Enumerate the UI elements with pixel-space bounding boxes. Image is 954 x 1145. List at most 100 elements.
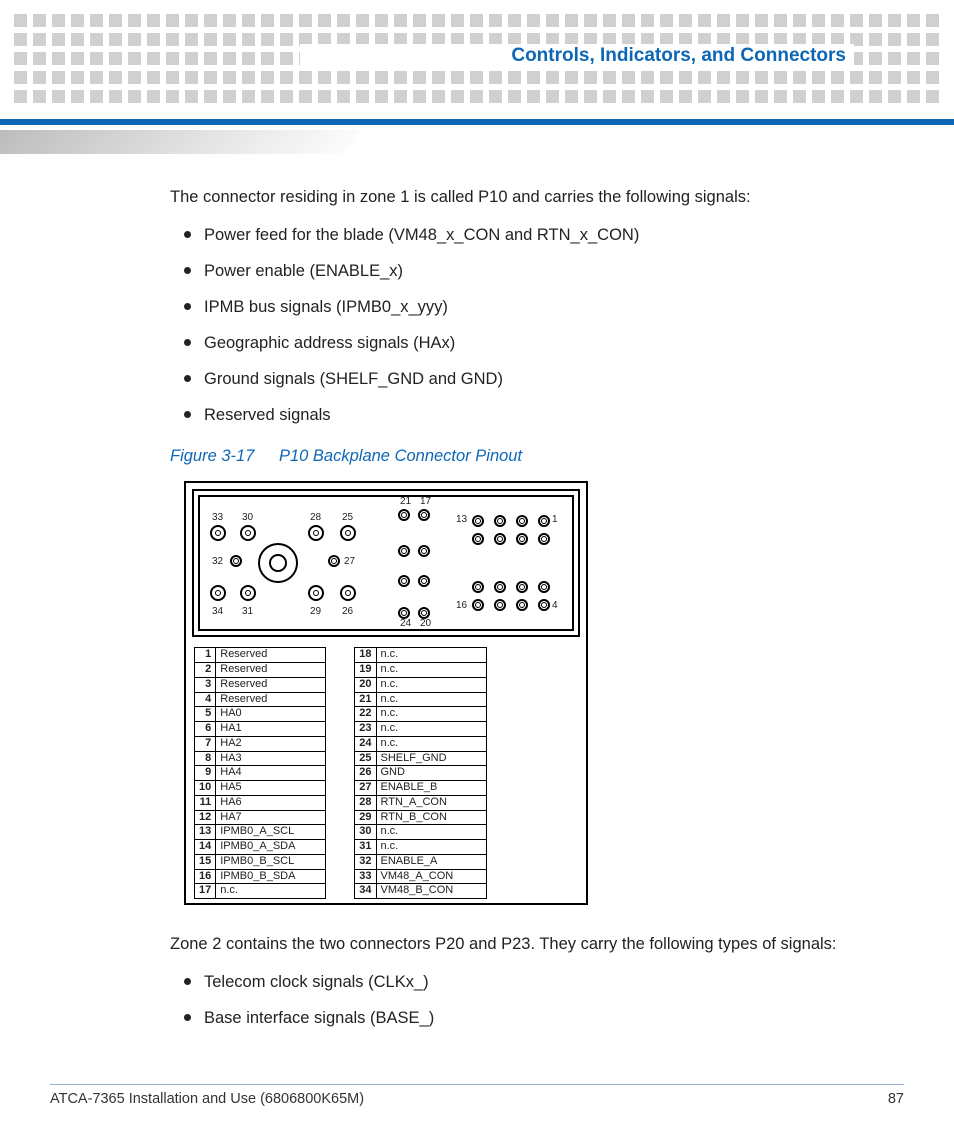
pin-number: 15 — [195, 854, 216, 869]
pin-signal: HA5 — [216, 781, 326, 796]
pin-label: 34 — [212, 605, 223, 620]
table-row: 17n.c. — [195, 884, 326, 899]
table-row: 32ENABLE_A — [355, 854, 486, 869]
pin-number: 9 — [195, 766, 216, 781]
pin-signal: n.c. — [216, 884, 326, 899]
pin-icon — [538, 581, 550, 593]
pin-number: 29 — [355, 810, 376, 825]
table-row: 11HA6 — [195, 795, 326, 810]
pin-signal: ENABLE_A — [376, 854, 486, 869]
pin-label: 1 — [552, 513, 558, 528]
table-row: 6HA1 — [195, 722, 326, 737]
connector-hub-icon — [258, 543, 298, 583]
pin-number: 6 — [195, 722, 216, 737]
pin-label: 25 — [342, 511, 353, 526]
pin-icon — [472, 581, 484, 593]
pin-signal: Reserved — [216, 692, 326, 707]
pin-signal: n.c. — [376, 825, 486, 840]
pin-icon — [308, 525, 324, 541]
pin-number: 32 — [355, 854, 376, 869]
pin-number: 1 — [195, 648, 216, 663]
list-item: IPMB bus signals (IPMB0_x_yyy) — [170, 296, 844, 320]
pin-number: 14 — [195, 840, 216, 855]
pin-number: 24 — [355, 736, 376, 751]
pin-signal: Reserved — [216, 648, 326, 663]
pin-icon — [398, 545, 410, 557]
figure-caption: Figure 3-17 P10 Backplane Connector Pino… — [170, 445, 844, 469]
pin-label: 17 — [420, 495, 431, 510]
pin-label: 21 — [400, 495, 411, 510]
table-row: 24n.c. — [355, 736, 486, 751]
pin-icon — [418, 545, 430, 557]
figure-title: P10 Backplane Connector Pinout — [279, 447, 522, 465]
pin-number: 34 — [355, 884, 376, 899]
table-row: 20n.c. — [355, 677, 486, 692]
pin-number: 26 — [355, 766, 376, 781]
pin-label: 4 — [552, 599, 558, 614]
pin-number: 17 — [195, 884, 216, 899]
pin-icon — [340, 585, 356, 601]
table-row: 5HA0 — [195, 707, 326, 722]
pin-number: 16 — [195, 869, 216, 884]
pin-number: 18 — [355, 648, 376, 663]
pin-signal: n.c. — [376, 663, 486, 678]
pin-signal: n.c. — [376, 677, 486, 692]
connector-diagram: 21 17 33 30 28 25 13 1 — [184, 481, 588, 905]
pin-icon — [240, 525, 256, 541]
pin-signal: HA6 — [216, 795, 326, 810]
pin-label: 27 — [344, 555, 355, 570]
pin-number: 20 — [355, 677, 376, 692]
chapter-title-container: Controls, Indicators, and Connectors — [300, 44, 854, 68]
table-row: 16IPMB0_B_SDA — [195, 869, 326, 884]
pin-signal: HA0 — [216, 707, 326, 722]
zone2-intro-text: Zone 2 contains the two connectors P20 a… — [170, 933, 844, 957]
pin-signal: VM48_A_CON — [376, 869, 486, 884]
pin-number: 31 — [355, 840, 376, 855]
table-row: 2Reserved — [195, 663, 326, 678]
pin-icon — [210, 525, 226, 541]
pin-signal: n.c. — [376, 736, 486, 751]
table-row: 33VM48_A_CON — [355, 869, 486, 884]
pin-label: 30 — [242, 511, 253, 526]
list-item: Ground signals (SHELF_GND and GND) — [170, 368, 844, 392]
pin-signal: IPMB0_B_SDA — [216, 869, 326, 884]
pin-icon — [240, 585, 256, 601]
pin-icon — [308, 585, 324, 601]
pin-icon — [516, 533, 528, 545]
table-row: 25SHELF_GND — [355, 751, 486, 766]
pin-icon — [516, 581, 528, 593]
pin-number: 33 — [355, 869, 376, 884]
table-row: 28RTN_A_CON — [355, 795, 486, 810]
table-row: 26GND — [355, 766, 486, 781]
pin-label: 29 — [310, 605, 321, 620]
list-item: Base interface signals (BASE_) — [170, 1007, 844, 1031]
pin-number: 13 — [195, 825, 216, 840]
pin-label: 32 — [212, 555, 223, 570]
pin-number: 12 — [195, 810, 216, 825]
pin-signal: HA7 — [216, 810, 326, 825]
list-item: Reserved signals — [170, 404, 844, 428]
pin-number: 28 — [355, 795, 376, 810]
pin-number: 8 — [195, 751, 216, 766]
pin-number: 27 — [355, 781, 376, 796]
table-row: 31n.c. — [355, 840, 486, 855]
zone1-intro-text: The connector residing in zone 1 is call… — [170, 186, 844, 210]
table-row: 29RTN_B_CON — [355, 810, 486, 825]
pin-signal: n.c. — [376, 840, 486, 855]
table-row: 9HA4 — [195, 766, 326, 781]
page-footer: ATCA-7365 Installation and Use (6806800K… — [50, 1084, 904, 1107]
table-row: 4Reserved — [195, 692, 326, 707]
pin-signal: RTN_B_CON — [376, 810, 486, 825]
list-item: Power feed for the blade (VM48_x_CON and… — [170, 224, 844, 248]
pin-number: 22 — [355, 707, 376, 722]
pin-icon — [418, 509, 430, 521]
table-row: 13IPMB0_A_SCL — [195, 825, 326, 840]
pin-signal: n.c. — [376, 692, 486, 707]
table-row: 8HA3 — [195, 751, 326, 766]
pin-signal: Reserved — [216, 677, 326, 692]
table-row: 12HA7 — [195, 810, 326, 825]
pin-signal: HA2 — [216, 736, 326, 751]
pin-signal: HA4 — [216, 766, 326, 781]
pinout-table-left: 1Reserved2Reserved3Reserved4Reserved5HA0… — [194, 647, 326, 899]
pin-label: 13 — [456, 513, 467, 528]
